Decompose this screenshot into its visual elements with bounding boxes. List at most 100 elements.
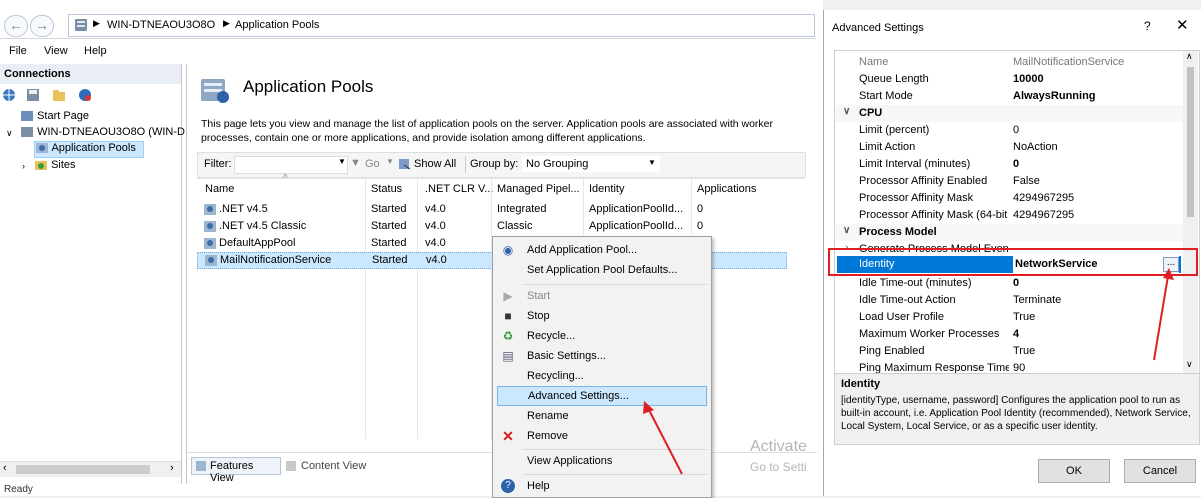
features-view-icon (196, 461, 206, 471)
scroll-right-icon[interactable]: › (170, 462, 174, 474)
arrow-right-icon: → (35, 17, 49, 33)
tree-item-start-page[interactable]: Start Page (20, 110, 89, 122)
menu-item-recycling[interactable]: Recycling... (493, 367, 709, 386)
property-row[interactable]: Queue Length 10000 (835, 71, 1183, 88)
property-row[interactable]: Limit (percent) 0 (835, 122, 1183, 139)
property-row[interactable]: Processor Affinity Mask (64-bit c 4294967… (835, 207, 1183, 224)
property-row[interactable]: Start Mode AlwaysRunning (835, 88, 1183, 105)
property-row[interactable]: Processor Affinity Enabled False (835, 173, 1183, 190)
page-description: This page lets you view and manage the l… (201, 118, 773, 144)
tree-item-application-pools[interactable]: Application Pools (34, 141, 144, 158)
tree-item-sites[interactable]: Sites (34, 159, 76, 171)
property-row[interactable]: Limit Interval (minutes) 0 (835, 156, 1183, 173)
property-row[interactable]: Load User Profile True (835, 309, 1183, 326)
help-icon: ? (501, 479, 515, 493)
content-view-tab[interactable]: Content View (301, 460, 366, 472)
tree-label: WIN-DTNEAOU3O8O (WIN-D (37, 126, 185, 138)
forward-button[interactable]: → (30, 15, 54, 37)
chevron-down-icon[interactable]: ▼ (338, 157, 346, 166)
horizontal-scrollbar[interactable]: ‹ › (0, 461, 181, 477)
column-header-status[interactable]: Status (371, 183, 402, 195)
folder-up-icon[interactable] (52, 88, 66, 102)
group-by-select[interactable]: No Grouping ▼ (522, 156, 660, 172)
property-row[interactable]: Ping Maximum Response Time (90 (835, 360, 1183, 373)
scroll-down-icon[interactable]: ∨ (1186, 359, 1193, 370)
go-button[interactable]: Go (365, 158, 380, 170)
cell-status: Started (371, 237, 407, 249)
scroll-up-icon[interactable]: ∧ (1186, 51, 1193, 62)
menu-view[interactable]: View (44, 45, 68, 57)
chevron-down-icon[interactable]: ∨ (6, 128, 13, 139)
scrollbar-thumb[interactable] (16, 465, 150, 474)
help-icon[interactable]: ? (1144, 19, 1151, 33)
filter-input[interactable] (234, 156, 348, 174)
scroll-left-icon[interactable]: ‹ (3, 462, 7, 474)
back-button[interactable]: ← (4, 15, 28, 37)
description-title: Identity (841, 378, 881, 390)
toolbar-divider (465, 156, 466, 173)
column-header-name[interactable]: Name (205, 183, 234, 195)
chevron-down-icon: ▼ (386, 157, 394, 166)
table-row[interactable]: .NET v4.5 Classic Started v4.0 Classic A… (197, 218, 804, 235)
column-header-clr[interactable]: .NET CLR V... (425, 183, 493, 195)
column-header-applications[interactable]: Applications (697, 183, 756, 195)
property-row[interactable]: Processor Affinity Mask 4294967295 (835, 190, 1183, 207)
menu-item-stop[interactable]: ■ Stop (493, 307, 709, 326)
connections-pane: Connections Start Page ∨ WIN-DTNEAOU3O8O… (0, 64, 185, 484)
menu-item-recycle[interactable]: ♻ Recycle... (493, 327, 709, 346)
server-icon (21, 127, 33, 138)
property-row[interactable]: Ping Enabled True (835, 343, 1183, 360)
table-row[interactable]: .NET v4.5 Started v4.0 Integrated Applic… (197, 201, 804, 218)
app-pool-icon (204, 204, 216, 215)
menu-item-basic-settings[interactable]: ▤ Basic Settings... (493, 347, 709, 366)
features-view-label: Features View (210, 460, 254, 484)
vertical-scrollbar[interactable]: ∧ ∨ (1183, 51, 1198, 373)
category-row[interactable]: ∨ CPU (835, 105, 1183, 122)
property-row[interactable]: Maximum Worker Processes 4 (835, 326, 1183, 343)
cell-pipeline: Classic (497, 220, 533, 232)
menu-item-set-defaults[interactable]: Set Application Pool Defaults... (493, 261, 709, 280)
breadcrumb[interactable]: ▶ WIN-DTNEAOU3O8O ▶ Application Pools (68, 14, 815, 37)
chevron-down-icon: ▼ (648, 158, 656, 167)
features-view-tab[interactable]: Features View (191, 457, 281, 484)
recycle-icon: ♻ (502, 329, 514, 343)
tree-label: Sites (51, 159, 76, 171)
column-header-identity[interactable]: Identity (589, 183, 624, 195)
close-icon[interactable]: ✕ (1176, 16, 1189, 34)
sort-up-icon: ^ (283, 173, 288, 184)
cancel-button[interactable]: Cancel (1124, 459, 1196, 483)
breadcrumb-app-pools[interactable]: Application Pools (235, 19, 319, 31)
tree-item-server[interactable]: WIN-DTNEAOU3O8O (WIN-D (20, 126, 185, 138)
save-icon[interactable] (26, 88, 40, 102)
connections-toolbar (0, 86, 181, 104)
cell-clr: v4.0 (426, 254, 447, 266)
menu-help[interactable]: Help (84, 45, 107, 57)
property-row[interactable]: Idle Time-out Action Terminate (835, 292, 1183, 309)
menu-bar: File View Help (0, 42, 816, 62)
dialog-title: Advanced Settings (832, 22, 924, 34)
chevron-right-icon[interactable]: › (22, 161, 25, 171)
stop-icon: ■ (504, 309, 512, 323)
menu-file[interactable]: File (9, 45, 27, 57)
disconnect-icon[interactable] (78, 88, 92, 102)
cell-clr: v4.0 (425, 203, 446, 215)
scrollbar-thumb[interactable] (1187, 67, 1194, 217)
arrow-left-icon: ← (9, 17, 23, 33)
address-bar: ← → ▶ WIN-DTNEAOU3O8O ▶ Application Pool… (0, 12, 816, 39)
cell-clr: v4.0 (425, 237, 446, 249)
property-row[interactable]: Idle Time-out (minutes) 0 (835, 275, 1183, 292)
category-row[interactable]: ∨ Process Model (835, 224, 1183, 241)
property-row[interactable]: Limit Action NoAction (835, 139, 1183, 156)
property-row[interactable]: Name MailNotificationService (835, 54, 1183, 71)
menu-item-help[interactable]: ? Help (493, 477, 709, 496)
breadcrumb-server[interactable]: WIN-DTNEAOU3O8O (107, 19, 215, 31)
column-header-pipeline[interactable]: Managed Pipel... (497, 183, 580, 195)
ok-button[interactable]: OK (1038, 459, 1110, 483)
show-all-button[interactable]: Show All (414, 158, 456, 170)
annotation-arrow (1153, 268, 1174, 361)
cell-identity: ApplicationPoolId... (589, 203, 684, 215)
annotation-highlight-box (828, 248, 1198, 276)
menu-item-add-pool[interactable]: ◉ Add Application Pool... (493, 241, 709, 260)
connect-globe-icon[interactable] (2, 88, 16, 102)
activation-watermark-sub: Go to Setti (750, 460, 807, 474)
